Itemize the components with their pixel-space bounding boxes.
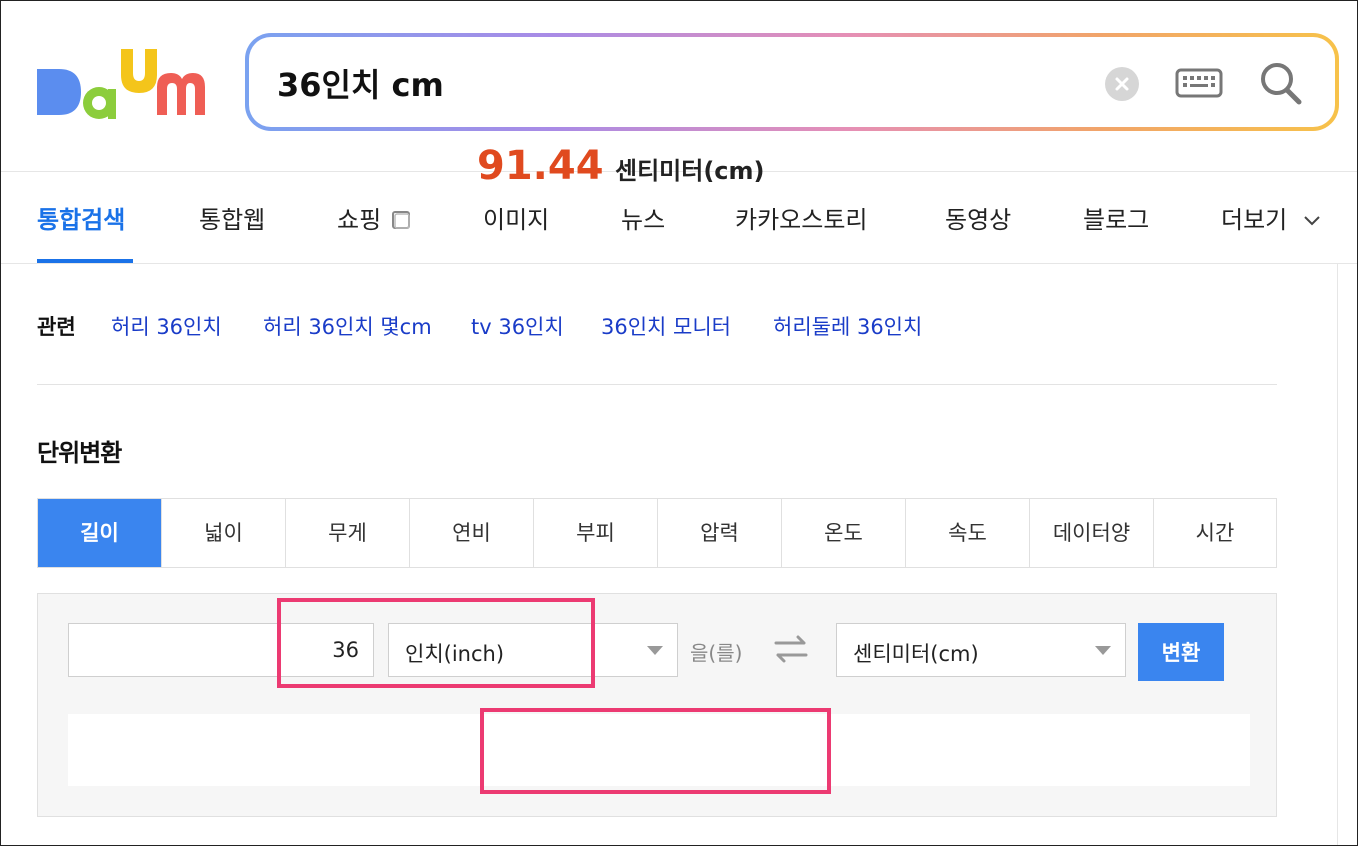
search-box-inner xyxy=(249,37,1335,127)
related-link[interactable]: 허리 36인치 xyxy=(111,311,222,341)
daum-logo[interactable] xyxy=(35,45,207,121)
unit-tab-time[interactable]: 시간 xyxy=(1154,499,1276,567)
swap-icon[interactable] xyxy=(772,634,810,664)
to-unit-select[interactable]: 센티미터(cm) xyxy=(836,623,1126,677)
keyboard-icon[interactable] xyxy=(1175,67,1223,99)
external-window-icon xyxy=(391,211,410,229)
tab-shopping-label: 쇼핑 xyxy=(337,206,382,234)
to-unit-value: 센티미터(cm) xyxy=(853,642,979,666)
unit-tab-temperature[interactable]: 온도 xyxy=(782,499,906,567)
search-input[interactable] xyxy=(275,59,1079,107)
unit-converter-title: 단위변환 xyxy=(37,439,122,467)
caret-down-icon xyxy=(1095,646,1111,655)
related-link[interactable]: 허리둘레 36인치 xyxy=(773,311,922,341)
result-unit: 센티미터(cm) xyxy=(615,157,765,185)
search-icon[interactable] xyxy=(1257,57,1305,109)
tab-blog[interactable]: 블로그 xyxy=(1083,200,1149,235)
chevron-down-icon xyxy=(1304,216,1320,226)
tab-images[interactable]: 이미지 xyxy=(483,200,549,235)
related-divider xyxy=(37,384,1277,385)
unit-tab-fuel-economy[interactable]: 연비 xyxy=(410,499,534,567)
unit-tab-speed[interactable]: 속도 xyxy=(906,499,1030,567)
unit-tab-data[interactable]: 데이터양 xyxy=(1030,499,1154,567)
unit-tab-pressure[interactable]: 압력 xyxy=(658,499,782,567)
particle-label: 을(를) xyxy=(690,641,743,665)
search-box xyxy=(245,33,1339,131)
highlight-box-result xyxy=(480,708,831,794)
related-label: 관련 xyxy=(37,315,76,339)
caret-down-icon xyxy=(647,646,663,655)
unit-category-tabs: 길이 넓이 무게 연비 부피 압력 온도 속도 데이터양 시간 xyxy=(37,498,1277,568)
tabs-divider xyxy=(1,263,1357,264)
result-value: 91.44 xyxy=(477,143,604,189)
highlight-box-input xyxy=(277,598,595,688)
tab-shopping[interactable]: 쇼핑 xyxy=(337,200,413,235)
tab-video[interactable]: 동영상 xyxy=(945,200,1011,235)
tab-news[interactable]: 뉴스 xyxy=(621,200,665,235)
content-right-border xyxy=(1337,264,1338,845)
tab-integrated-web[interactable]: 통합웹 xyxy=(199,200,265,235)
unit-tab-volume[interactable]: 부피 xyxy=(534,499,658,567)
unit-tab-weight[interactable]: 무게 xyxy=(286,499,410,567)
related-link[interactable]: 36인치 모니터 xyxy=(601,311,731,341)
unit-tab-length[interactable]: 길이 xyxy=(38,499,162,567)
tab-more[interactable]: 더보기 xyxy=(1221,200,1323,235)
tab-integrated-search[interactable]: 통합검색 xyxy=(37,200,125,235)
unit-tab-area[interactable]: 넓이 xyxy=(162,499,286,567)
tab-more-label: 더보기 xyxy=(1221,206,1288,234)
related-link[interactable]: tv 36인치 xyxy=(471,311,564,341)
convert-button[interactable]: 변환 xyxy=(1138,623,1224,681)
related-link[interactable]: 허리 36인치 몇cm xyxy=(263,311,432,341)
clear-icon[interactable] xyxy=(1105,67,1139,101)
tab-kakaostory[interactable]: 카카오스토리 xyxy=(735,200,867,235)
page-frame: 통합검색 통합웹 쇼핑 이미지 뉴스 카카오스토리 동영상 블로그 더보기 관련… xyxy=(0,0,1358,846)
